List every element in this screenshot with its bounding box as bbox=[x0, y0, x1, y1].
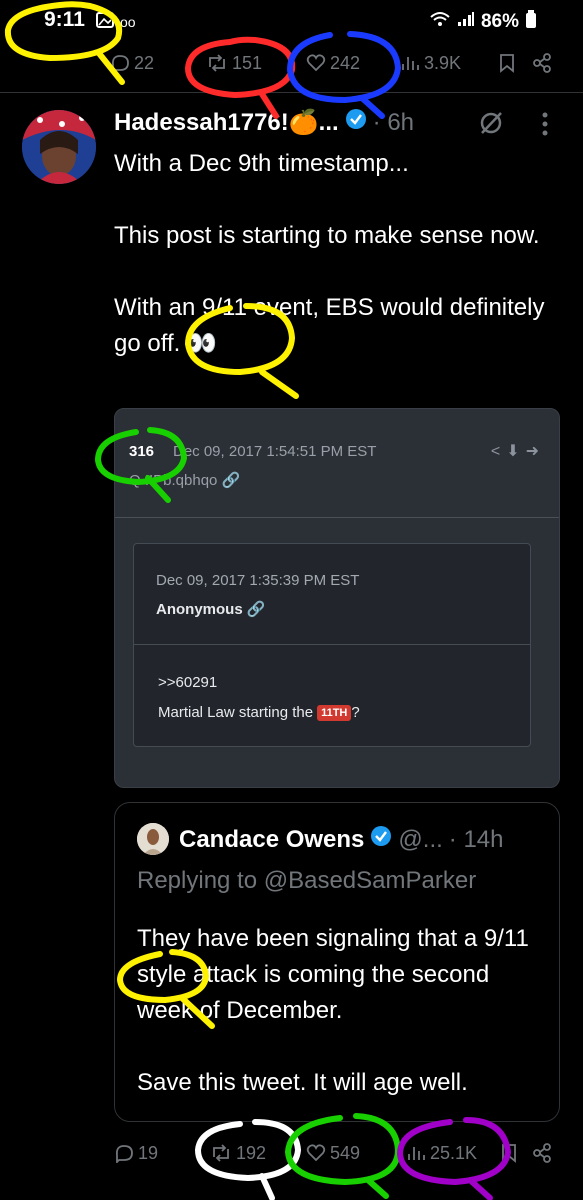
wifi-icon bbox=[429, 11, 451, 33]
anon-text: Martial Law starting the 11TH ? bbox=[158, 704, 360, 721]
views-count: 3.9K bbox=[424, 52, 462, 73]
tweet-paragraph: This post is starting to make sense now. bbox=[114, 222, 540, 249]
anon-author: Anonymous 🔗 bbox=[156, 601, 266, 618]
quoted-text: They have been signaling that a 9/11 sty… bbox=[137, 921, 541, 1137]
bottom-action-bar: 19 192 549 25.1K bbox=[0, 1138, 583, 1168]
post-number: 316 bbox=[129, 443, 155, 460]
divider bbox=[134, 644, 530, 645]
share-icon bbox=[533, 53, 551, 73]
quoted-handle: @... bbox=[398, 825, 443, 853]
repost-icon bbox=[209, 54, 225, 72]
quoted-tweet[interactable]: Candace Owens @... · 14h Replying to @Ba… bbox=[114, 802, 560, 1122]
bookmark-icon bbox=[502, 1144, 516, 1163]
verified-icon bbox=[345, 108, 367, 137]
post-date: Dec 09, 2017 1:54:51 PM EST bbox=[173, 443, 377, 460]
like-button[interactable]: 549 bbox=[306, 1143, 360, 1164]
avatar[interactable] bbox=[22, 110, 96, 184]
grok-icon[interactable] bbox=[478, 110, 504, 141]
divider bbox=[0, 92, 583, 93]
reply-icon bbox=[111, 55, 129, 73]
quoted-avatar bbox=[137, 823, 169, 855]
image-post-header: 316 Dec 09, 2017 1:54:51 PM EST Q !!Pb.q… bbox=[115, 409, 559, 518]
voicemail-icon: oo bbox=[120, 14, 136, 30]
signal-icon bbox=[457, 11, 475, 33]
battery-level: 86% bbox=[480, 11, 519, 32]
more-options-icon[interactable] bbox=[540, 110, 550, 143]
views-count: 25.1K bbox=[430, 1142, 478, 1163]
views-icon bbox=[402, 57, 419, 70]
like-button[interactable]: 242 bbox=[306, 53, 360, 74]
reply-count: 19 bbox=[138, 1142, 159, 1163]
tweet-paragraph: With an 9/11 event, EBS would definitely… bbox=[114, 294, 545, 357]
views-button[interactable]: 3.9K bbox=[400, 53, 461, 74]
tripcode: Q !!Pb.qbhqo 🔗 bbox=[129, 472, 241, 489]
share-button[interactable] bbox=[532, 53, 552, 73]
reply-button[interactable]: 22 bbox=[110, 53, 154, 74]
post-tool-icons: <⬇➜ bbox=[490, 443, 545, 460]
attached-image[interactable]: 316 Dec 09, 2017 1:54:51 PM EST Q !!Pb.q… bbox=[114, 408, 560, 788]
share-icon bbox=[533, 1143, 551, 1163]
quoted-anon-post: Dec 09, 2017 1:35:39 PM EST Anonymous 🔗 … bbox=[133, 543, 531, 747]
anon-reference: >>60291 bbox=[158, 674, 218, 691]
quoted-time: · 14h bbox=[448, 825, 504, 853]
repost-button[interactable]: 151 bbox=[206, 53, 262, 74]
repost-count: 151 bbox=[232, 52, 263, 73]
quoted-paragraph: Save this tweet. It will age well. bbox=[137, 1069, 468, 1096]
tweet-text: With a Dec 9th timestamp... This post is… bbox=[114, 146, 554, 398]
share-button[interactable] bbox=[532, 1143, 552, 1163]
reply-icon bbox=[115, 1145, 133, 1163]
reply-count: 22 bbox=[134, 52, 155, 73]
repost-button[interactable]: 192 bbox=[210, 1143, 266, 1164]
status-time: 9:11 bbox=[44, 8, 85, 31]
gallery-icon bbox=[96, 12, 114, 33]
bookmark-button[interactable] bbox=[498, 53, 516, 73]
verified-icon bbox=[370, 825, 392, 854]
quoted-author-name: Candace Owens bbox=[179, 825, 365, 853]
bookmark-icon bbox=[500, 54, 514, 73]
link-icon: 🔗 bbox=[246, 601, 266, 618]
bookmark-button[interactable] bbox=[500, 1143, 518, 1163]
link-icon: 🔗 bbox=[221, 472, 241, 489]
highlight-tag: 11TH bbox=[317, 704, 352, 721]
author-name[interactable]: Hadessah1776!🍊... bbox=[114, 108, 339, 137]
post-time: · 6h bbox=[372, 108, 415, 136]
repost-count: 192 bbox=[236, 1142, 267, 1163]
like-count: 549 bbox=[330, 1142, 361, 1163]
views-button[interactable]: 25.1K bbox=[406, 1143, 477, 1164]
heart-icon bbox=[306, 54, 326, 72]
like-count: 242 bbox=[330, 52, 361, 73]
heart-icon bbox=[306, 1144, 326, 1162]
views-icon bbox=[408, 1147, 425, 1160]
tweet-paragraph: With a Dec 9th timestamp... bbox=[114, 150, 409, 177]
quoted-paragraph: They have been signaling that a 9/11 sty… bbox=[137, 925, 529, 1024]
reply-button[interactable]: 19 bbox=[114, 1143, 158, 1164]
anon-post-date: Dec 09, 2017 1:35:39 PM EST bbox=[156, 572, 360, 589]
repost-icon bbox=[213, 1144, 229, 1162]
top-action-bar: 22 151 242 3.9K bbox=[0, 48, 583, 78]
battery-icon bbox=[525, 10, 537, 34]
replying-to: Replying to @BasedSamParker bbox=[137, 867, 477, 894]
